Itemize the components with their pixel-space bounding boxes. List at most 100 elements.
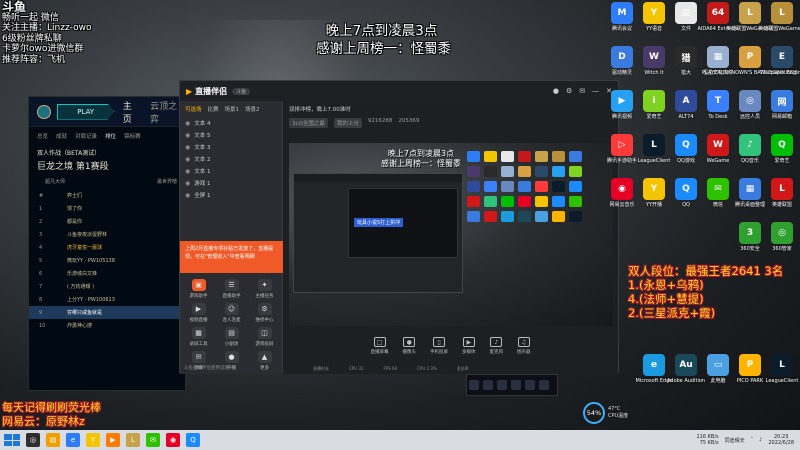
dock-slot[interactable] [511, 380, 521, 390]
weather-label[interactable]: 同途晴天 [725, 437, 745, 444]
volume-icon[interactable]: ♪ [759, 437, 762, 443]
desktop-shortcut[interactable]: 网网易邮箱 [765, 90, 799, 120]
taskbar-app-icon[interactable]: Y [86, 433, 100, 447]
tool-button[interactable]: ▤ 小剧场 [215, 327, 248, 347]
desktop-shortcut[interactable]: Au Adobe Audition [667, 354, 705, 384]
desktop-shortcut[interactable]: Q 爱奇艺 [765, 134, 799, 164]
scene-source-item[interactable]: ◉ 文本 4 [180, 117, 282, 129]
ladder-row[interactable]: 2 都是你 [29, 215, 185, 228]
play-button[interactable]: PLAY [56, 103, 115, 120]
desktop-shortcut[interactable]: ▭ 此电脑 [701, 354, 735, 384]
visibility-icon[interactable]: ◉ [185, 120, 190, 127]
desktop-shortcut[interactable]: W WeGame [701, 134, 735, 164]
scene-source-item[interactable]: ◉ 文本 3 [180, 141, 282, 153]
tool-button[interactable]: ▦ 录屏工具 [182, 327, 215, 347]
stream-preview[interactable]: 晚上7点到凌晨3点 感谢上周榜一：怪蜀黍 玩具小说5打上拱冲 [289, 143, 613, 326]
desktop-shortcut[interactable]: ▦ 腾讯桌面整理 [733, 178, 767, 208]
cpu-gauge[interactable]: 54% [583, 402, 605, 424]
nav-home[interactable]: 主页 [123, 99, 140, 125]
desktop-shortcut[interactable]: Q QQ [669, 178, 703, 208]
scene-source-item[interactable]: ◉ 游戏 1 [180, 177, 282, 189]
dock-slot[interactable] [483, 380, 493, 390]
desktop-shortcut[interactable]: D 驱动精灵 [605, 46, 639, 76]
tab-match[interactable]: 比赛 [208, 105, 219, 113]
desktop-shortcut[interactable]: ✉ 微信 [701, 178, 735, 208]
start-button[interactable] [4, 434, 20, 446]
taskbar-app-icon[interactable]: ▶ [106, 433, 120, 447]
visibility-icon[interactable]: ◉ [185, 144, 190, 151]
desktop-shortcut[interactable]: P PICO PARK [733, 354, 767, 384]
room-title[interactable]: 双排冲榜，晚上7.00准时 [289, 105, 351, 113]
ladder-row[interactable]: 7 ( 万钧通曝 ) [29, 280, 185, 293]
desktop-shortcut[interactable]: 猎猎大 [669, 46, 703, 76]
desktop-shortcut[interactable]: ◎ 360管家 [765, 222, 799, 252]
column-world[interactable]: 最世界榜 [157, 178, 177, 185]
settings-icon[interactable]: ⚙ [566, 87, 572, 95]
platform-badge[interactable]: 斗鱼 [232, 87, 251, 95]
source-button[interactable]: ▯ 手机投屏 [430, 337, 448, 367]
taskbar-app-icon[interactable]: e [66, 433, 80, 447]
clock[interactable]: 20:23 2022/6/28 [768, 434, 794, 446]
tool-button[interactable]: ⚙ 维修中心 [248, 303, 281, 323]
tab-scene-1[interactable]: 场景1 [225, 105, 240, 113]
desktop-shortcut[interactable]: M 腾讯会议 [605, 2, 639, 32]
subnav-overview[interactable]: 总览 [37, 132, 48, 140]
scene-source-item[interactable]: ◉ 文本 5 [180, 129, 282, 141]
desktop-shortcut[interactable]: ▷ 腾讯手游助手 [605, 134, 639, 164]
visibility-icon[interactable]: ◉ [185, 156, 190, 163]
tab-optional[interactable]: 可选场 [185, 105, 202, 113]
source-button[interactable]: ▶ 多媒体 [462, 337, 476, 367]
scene-source-item[interactable]: ◉ 文本 2 [180, 153, 282, 165]
ladder-row[interactable]: 5 微玩YY · PW105138 [29, 254, 185, 267]
tool-button[interactable]: ▲ 更多 [248, 351, 281, 371]
scene-source-item[interactable]: ◉ 全屏 1 [180, 189, 282, 201]
tool-button[interactable]: ☰ 直播助手 [215, 279, 248, 299]
tab-scene-2[interactable]: 场景2 [245, 105, 260, 113]
dock-slot[interactable] [497, 380, 507, 390]
desktop-shortcut[interactable]: W Witch It [637, 46, 671, 76]
subnav-tournament[interactable]: 锦标赛 [124, 132, 141, 140]
subnav-match-history[interactable]: 对局记录 [75, 132, 97, 140]
source-button[interactable]: ♫ 扬声器 [517, 337, 531, 367]
ladder-row[interactable]: 10 炸勇神心搜 [29, 319, 185, 332]
taskbar-app-icon[interactable]: ◎ [26, 433, 40, 447]
room-tag-2[interactable]: 我的上分 [333, 118, 362, 128]
ladder-row[interactable]: 4 虎牙童悦一晨球 [29, 241, 185, 254]
help-link[interactable]: 斗鱼直播伴侣使用说明 [184, 365, 229, 371]
dock-slot[interactable] [469, 380, 479, 390]
dock-slot[interactable] [525, 380, 535, 390]
desktop-shortcut[interactable]: L LeagueClient [765, 354, 799, 384]
desktop-shortcut[interactable]: ◉ 网易云音乐 [605, 178, 639, 208]
desktop-shortcut[interactable]: e Microsoft Edge [636, 354, 672, 384]
desktop-shortcut[interactable]: L 英雄联盟 [765, 178, 799, 208]
source-button[interactable]: ● 摄像头 [403, 337, 416, 367]
visibility-icon[interactable]: ◉ [185, 180, 190, 187]
tray-arrow-icon[interactable]: ˄ [751, 437, 754, 443]
minimize-icon[interactable]: — [592, 87, 599, 95]
desktop-shortcut[interactable]: Y YY开播 [637, 178, 671, 208]
column-tier[interactable]: 超凡大师 [45, 178, 65, 185]
mail-icon[interactable]: ✉ [579, 87, 585, 95]
taskbar-app-icon[interactable]: ◉ [166, 433, 180, 447]
dock-slot[interactable] [539, 380, 549, 390]
source-button[interactable]: ♪ 麦克风 [490, 337, 503, 367]
ladder-row[interactable]: 6 乐游城白文锋 [29, 267, 185, 280]
taskbar-app-icon[interactable]: L [126, 433, 140, 447]
desktop-shortcut[interactable]: Q QQ游戏 [669, 134, 703, 164]
source-button[interactable]: □ 直播屏幕 [371, 337, 389, 367]
desktop-shortcut[interactable]: Y YY语音 [637, 2, 671, 32]
ladder-row[interactable]: # 弈士们 [29, 189, 185, 202]
desktop-shortcut[interactable]: T To Desk [701, 90, 735, 120]
visibility-icon[interactable]: ◉ [185, 132, 190, 139]
ladder-row[interactable]: 9 穷哪只咸鱼就是 [29, 306, 185, 319]
tool-button[interactable]: ✦ 主播任务 [248, 279, 281, 299]
avatar[interactable]: ● [553, 87, 559, 95]
desktop-shortcut[interactable]: ◎ 远控人员 [733, 90, 767, 120]
tool-button[interactable]: ◫ 游戏投屏 [248, 327, 281, 347]
desktop-shortcut[interactable]: ♪ QQ音乐 [733, 134, 767, 164]
ladder-row[interactable]: 3 斗鱼夜夜凉蛋野林 [29, 228, 185, 241]
tool-button[interactable]: ▶ 视频直播 [182, 303, 215, 323]
taskbar-app-icon[interactable]: Q [186, 433, 200, 447]
tool-button[interactable]: ▣ 游戏助手 [182, 279, 215, 299]
scene-source-item[interactable]: ◉ 文本 1 [180, 165, 282, 177]
